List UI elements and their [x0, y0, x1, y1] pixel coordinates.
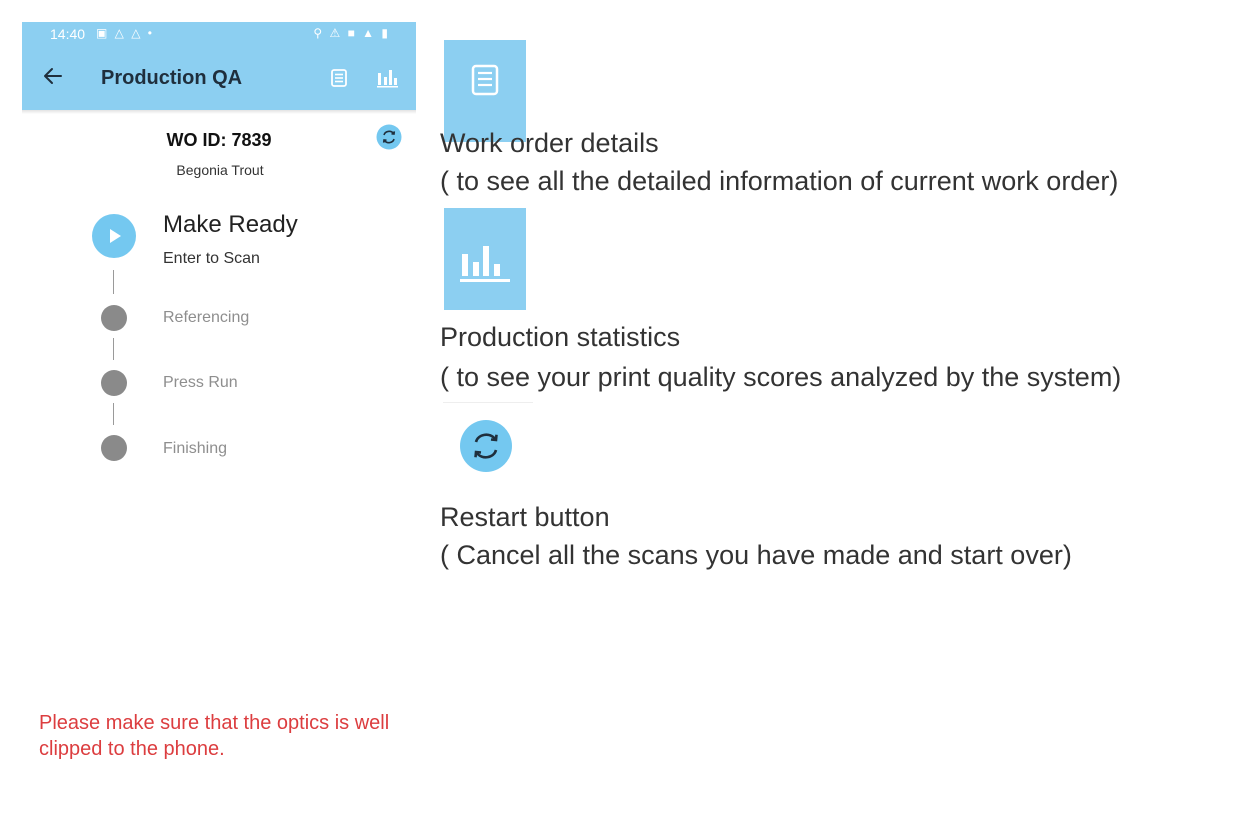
legend-title-restart: Restart button: [440, 502, 610, 532]
step-referencing-indicator: [101, 305, 127, 331]
app-bar: Production QA: [22, 47, 416, 110]
work-order-details-icon[interactable]: [326, 65, 352, 91]
step-title-press-run: Press Run: [163, 374, 238, 391]
step-title-referencing: Referencing: [163, 309, 250, 326]
legend-details-swatch: [444, 40, 526, 142]
status-bar: 14:40 ▣ △ △ • ⚲ ⚠ ■ ▲ ▮: [22, 22, 416, 47]
step-title-make-ready[interactable]: Make Ready: [163, 211, 298, 239]
notification-icons: ▣ △ △ •: [96, 26, 154, 40]
work-order-id: WO ID: 7839: [166, 130, 272, 150]
phone-screen: 14:40 ▣ △ △ • ⚲ ⚠ ■ ▲ ▮ Production QA WO…: [22, 22, 416, 482]
status-time: 14:40: [50, 26, 86, 42]
legend-statistics-swatch: [444, 208, 526, 310]
legend-divider: [443, 402, 533, 403]
restart-icon: [460, 420, 512, 472]
step-make-ready-indicator[interactable]: [92, 214, 136, 258]
production-statistics-icon: [460, 246, 510, 282]
legend-description-restart: ( Cancel all the scans you have made and…: [440, 540, 1072, 570]
production-statistics-icon[interactable]: [375, 65, 401, 91]
app-title: Production QA: [101, 67, 243, 89]
work-order-name: Begonia Trout: [176, 162, 264, 178]
step-finishing-indicator: [101, 435, 127, 461]
play-icon: [110, 229, 121, 243]
step-connector: [113, 270, 114, 294]
back-arrow-icon[interactable]: [40, 63, 66, 89]
step-connector: [113, 338, 114, 360]
legend-description-statistics: ( to see your print quality scores analy…: [440, 362, 1122, 392]
step-title-finishing: Finishing: [163, 440, 228, 457]
step-connector: [113, 403, 114, 425]
step-subtitle-make-ready: Enter to Scan: [163, 250, 260, 267]
optics-warning-message: Please make sure that the optics is well…: [39, 712, 390, 760]
legend-title-details: Work order details: [440, 128, 659, 158]
system-status-icons: ⚲ ⚠ ■ ▲ ▮: [313, 26, 390, 40]
restart-icon[interactable]: [376, 124, 402, 150]
legend-title-statistics: Production statistics: [440, 322, 681, 352]
app-bar-shadow: [22, 110, 416, 114]
step-press-run-indicator: [101, 370, 127, 396]
work-order-details-icon: [471, 64, 499, 96]
legend-description-details: ( to see all the detailed information of…: [440, 166, 1119, 196]
